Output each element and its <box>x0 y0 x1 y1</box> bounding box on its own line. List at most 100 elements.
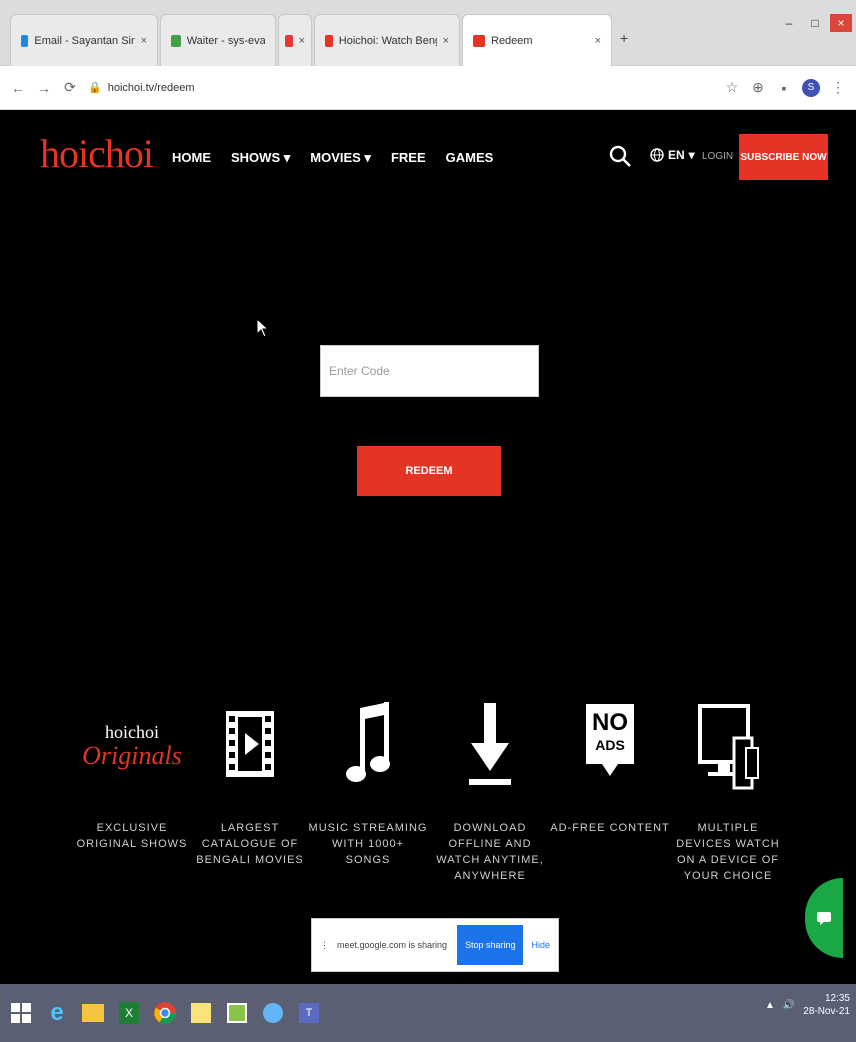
paint-icon[interactable] <box>222 996 252 1030</box>
redeem-code-input[interactable] <box>320 345 539 397</box>
chat-widget-button[interactable] <box>805 878 843 958</box>
no-ads-text-2: ADS <box>595 737 625 753</box>
reload-icon[interactable]: ⟳ <box>62 79 78 96</box>
windows-start-icon[interactable] <box>6 996 36 1030</box>
feature-originals: hoichoi Originals Exclusive Original Sho… <box>72 694 192 852</box>
subscribe-now-button[interactable]: SUBSCRIBE NOW <box>739 134 828 180</box>
feature-devices: Multiple Devices Watch on a Device of Yo… <box>668 694 788 884</box>
nav-home[interactable]: HOME <box>172 150 211 166</box>
download-icon <box>469 703 511 785</box>
feature-download: Download Offline and Watch Anytime, Anyw… <box>430 694 550 884</box>
tab-title: Waiter - sys-evaocp <box>186 34 265 47</box>
feature-music: Music Streaming with 1000+ Songs <box>308 694 428 868</box>
maximize-button[interactable]: □ <box>804 14 826 32</box>
nav-movies[interactable]: MOVIES ▾ <box>310 150 371 166</box>
hide-link[interactable]: Hide <box>531 940 550 950</box>
tray-chevron-icon[interactable]: ▲ <box>765 1000 775 1011</box>
nav-shows[interactable]: SHOWS ▾ <box>231 150 290 166</box>
devices-icon-wrap <box>668 694 788 794</box>
clock-time: 12:35 <box>824 993 850 1004</box>
sticky-notes-icon[interactable] <box>186 996 216 1030</box>
hoichoi-favicon-icon <box>325 34 333 47</box>
url-field[interactable]: 🔒 hoichoi.tv/redeem <box>88 74 714 102</box>
tab-pinned[interactable]: × <box>278 14 312 66</box>
feature-label: Largest Catalogue of Bengali Movies <box>196 822 304 866</box>
address-bar-actions: ☆ ⊕ ▪ S ⋮ <box>724 78 846 97</box>
film-strip-icon <box>226 711 274 777</box>
lock-icon: 🔒 <box>88 82 102 94</box>
login-link[interactable]: LOGIN <box>702 151 733 162</box>
drag-handle-icon[interactable]: ⋮ <box>320 940 329 951</box>
music-note-icon-wrap <box>308 694 428 794</box>
main-nav: HOME SHOWS ▾ MOVIES ▾ FREE GAMES <box>172 150 493 166</box>
nav-free[interactable]: FREE <box>391 150 426 166</box>
window-controls: – □ × <box>778 14 852 32</box>
url-text: hoichoi.tv/redeem <box>107 81 195 94</box>
windows-taskbar: e X T <box>0 984 856 1042</box>
feature-label: Music Streaming with 1000+ Songs <box>308 822 428 866</box>
excel-icon[interactable]: X <box>114 996 144 1030</box>
hoichoi-logo[interactable]: hoichoi <box>40 130 154 177</box>
tab-title: Redeem <box>491 34 533 47</box>
originals-logo-bottom: Originals <box>82 741 182 770</box>
feature-label: Exclusive Original Shows <box>76 822 188 850</box>
site-header: hoichoi HOME SHOWS ▾ MOVIES ▾ FREE GAMES… <box>0 112 856 202</box>
forward-arrow-icon[interactable]: → <box>36 80 52 96</box>
volume-icon[interactable]: 🔊 <box>783 1000 795 1011</box>
sheets-favicon-icon <box>171 34 181 47</box>
redeem-button[interactable]: REDEEM <box>357 446 501 496</box>
chat-icon <box>817 912 831 925</box>
search-icon[interactable] <box>608 144 632 168</box>
stop-sharing-button[interactable]: Stop sharing <box>456 925 524 965</box>
cast-icon[interactable]: ▪ <box>776 80 792 96</box>
feature-label: Ad-Free Content <box>550 822 670 834</box>
menu-icon[interactable]: ⋮ <box>830 79 846 96</box>
new-tab-button[interactable]: + <box>620 30 628 46</box>
outlook-favicon-icon <box>21 34 29 47</box>
globe-icon <box>650 148 664 162</box>
ie-icon[interactable]: e <box>42 996 72 1030</box>
screen-sharing-bar: ⋮ meet.google.com is sharing your screen… <box>311 918 559 972</box>
teams-icon[interactable]: T <box>294 996 324 1030</box>
hoichoi-favicon-icon <box>473 34 485 47</box>
nav-games[interactable]: GAMES <box>446 150 494 166</box>
sharing-message: meet.google.com is sharing your screen. <box>337 940 449 950</box>
bookmark-star-icon[interactable]: ☆ <box>724 79 740 96</box>
clock[interactable]: 12:35 28-Nov-21 <box>803 992 850 1018</box>
extension-icon[interactable]: ⊕ <box>750 79 766 96</box>
tab-title: Hoichoi: Watch Bengali Movies <box>338 34 437 47</box>
film-strip-icon-wrap <box>190 694 310 794</box>
minimize-button[interactable]: – <box>778 14 800 32</box>
browser-tab-strip: Email - Sayantan Sinha - Outlook × Waite… <box>0 0 856 66</box>
close-window-button[interactable]: × <box>830 14 852 32</box>
tab-hoichoi-home[interactable]: Hoichoi: Watch Bengali Movies × <box>314 14 460 66</box>
tab-outlook[interactable]: Email - Sayantan Sinha - Outlook × <box>10 14 158 66</box>
profile-avatar[interactable]: S <box>802 78 820 97</box>
tab-close-icon[interactable]: × <box>299 35 305 47</box>
tab-waiter[interactable]: Waiter - sys-evaocp <box>160 14 276 66</box>
chrome-logo-icon <box>154 1002 176 1024</box>
music-note-icon <box>346 702 390 782</box>
multiple-devices-icon <box>698 704 759 790</box>
no-ads-icon-wrap: NO ADS <box>550 694 670 794</box>
chevron-down-icon: ▾ <box>688 148 695 162</box>
feature-label: Download Offline and Watch Anytime, Anyw… <box>436 822 544 882</box>
back-arrow-icon[interactable]: ← <box>10 80 26 96</box>
no-ads-pointer <box>602 764 618 776</box>
language-selector[interactable]: EN ▾ <box>650 148 695 162</box>
tab-title: Email - Sayantan Sinha - Outlook <box>34 34 135 47</box>
no-ads-icon: NO ADS <box>586 698 634 790</box>
clock-date: 28-Nov-21 <box>803 1006 850 1017</box>
address-bar-row: ← → ⟳ 🔒 hoichoi.tv/redeem ☆ ⊕ ▪ S ⋮ <box>0 66 856 110</box>
file-explorer-icon[interactable] <box>78 996 108 1030</box>
mouse-cursor-icon <box>256 318 270 338</box>
network-icon[interactable] <box>258 996 288 1030</box>
chrome-icon[interactable] <box>150 996 180 1030</box>
feature-label: Multiple Devices Watch on a Device of Yo… <box>676 822 780 882</box>
feature-catalogue: Largest Catalogue of Bengali Movies <box>190 694 310 868</box>
tab-close-icon[interactable]: × <box>595 35 601 47</box>
feature-no-ads: NO ADS Ad-Free Content <box>550 694 670 836</box>
tab-redeem[interactable]: Redeem × <box>462 14 612 66</box>
tab-close-icon[interactable]: × <box>443 35 449 47</box>
tab-close-icon[interactable]: × <box>141 35 147 47</box>
